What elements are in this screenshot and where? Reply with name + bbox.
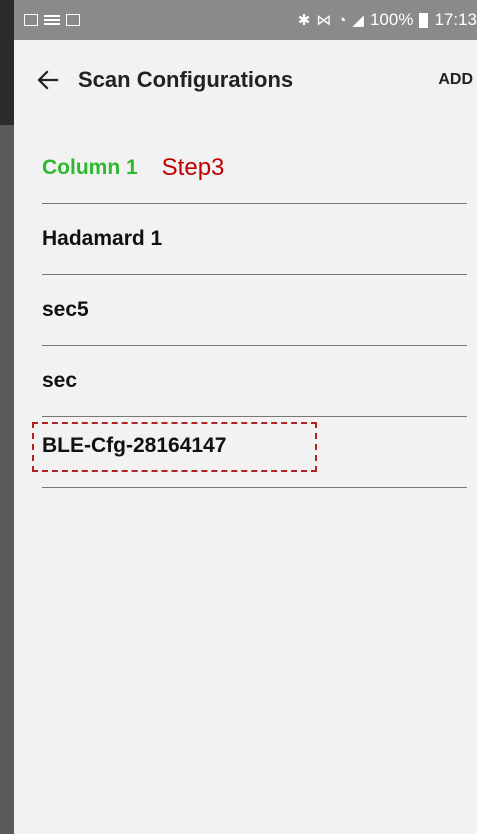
- status-left-icons: [24, 14, 80, 26]
- signal-icon: ◢: [352, 12, 364, 29]
- step-label: Step3: [161, 154, 225, 181]
- annotation-header-row: Column 1 Step3: [42, 133, 467, 204]
- add-button[interactable]: ADD: [438, 71, 473, 89]
- clock: 17:13: [434, 10, 477, 29]
- configuration-name: sec: [42, 369, 78, 392]
- content-area: ✱ ⋈ ◔ ◢ 100% 17:13 Scan Configurations A…: [14, 0, 477, 834]
- bluetooth-icon: ✱: [297, 12, 311, 29]
- column-label: Column 1: [42, 156, 138, 179]
- status-right-icons: ✱ ⋈ ◔ ◢ 100% 17:13: [298, 10, 477, 30]
- configuration-name: sec5: [42, 298, 89, 321]
- message-notification-icon: [66, 14, 80, 26]
- list-item[interactable]: sec5: [42, 275, 467, 346]
- back-arrow-icon[interactable]: [36, 68, 60, 92]
- configuration-name: BLE-Cfg-28164147: [42, 434, 227, 457]
- app-screen: ✱ ⋈ ◔ ◢ 100% 17:13 Scan Configurations A…: [0, 0, 477, 834]
- configuration-list: Column 1 Step3 Hadamard 1 sec5 sec BLE-C…: [32, 133, 467, 488]
- mute-icon: ⋈: [316, 12, 332, 29]
- battery-percent: 100%: [369, 10, 414, 29]
- list-item[interactable]: Hadamard 1: [42, 204, 467, 275]
- list-notification-icon: [44, 14, 60, 26]
- configuration-name: Hadamard 1: [42, 227, 163, 250]
- app-toolbar: Scan Configurations ADD: [14, 40, 477, 120]
- wifi-icon: ◔: [337, 11, 347, 29]
- list-item[interactable]: BLE-Cfg-28164147: [32, 417, 467, 488]
- left-border-strip: [0, 0, 14, 834]
- gallery-notification-icon: [24, 14, 38, 26]
- battery-icon: [419, 12, 429, 28]
- left-border-strip-top: [0, 0, 14, 125]
- list-item[interactable]: sec: [42, 346, 467, 417]
- status-bar: ✱ ⋈ ◔ ◢ 100% 17:13: [14, 0, 477, 40]
- page-title: Scan Configurations: [78, 67, 294, 92]
